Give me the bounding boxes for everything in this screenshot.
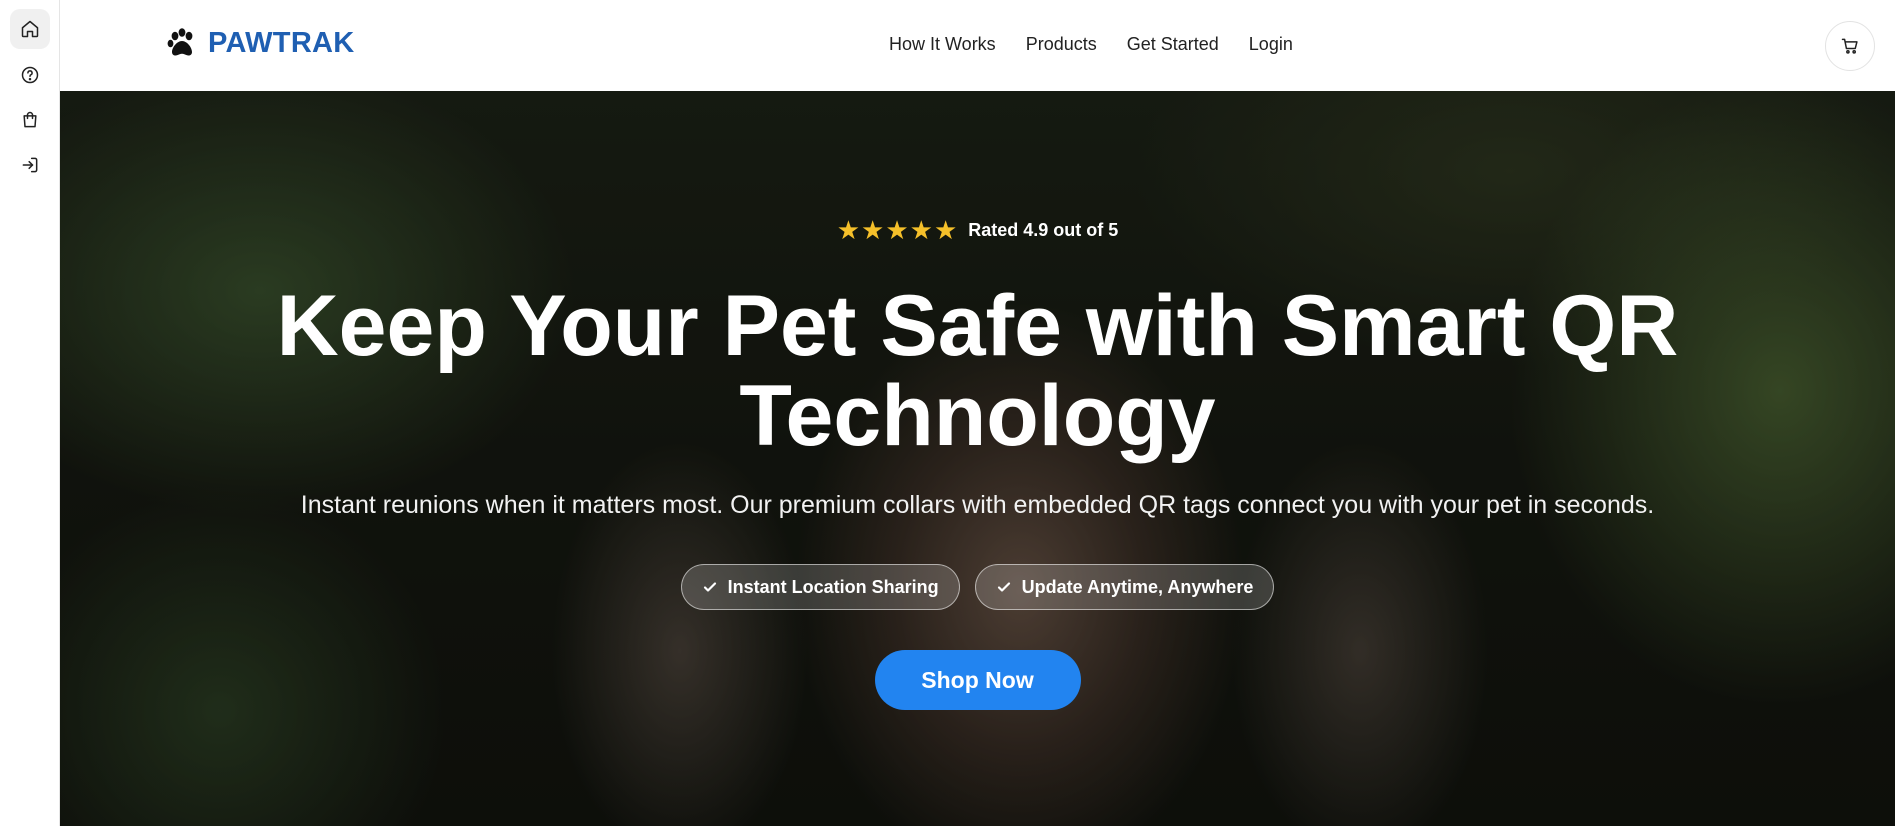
paw-icon bbox=[167, 28, 193, 56]
feature-pills: Instant Location Sharing Update Anytime,… bbox=[60, 564, 1895, 610]
brand-logo[interactable]: PAWTRAK bbox=[166, 26, 355, 60]
hero-subheadline: Instant reunions when it matters most. O… bbox=[300, 491, 1655, 519]
nav-products[interactable]: Products bbox=[1026, 34, 1097, 55]
feature-pill-location: Instant Location Sharing bbox=[680, 564, 960, 610]
cart-button[interactable] bbox=[1825, 21, 1875, 71]
rating-text: Rated 4.9 out of 5 bbox=[968, 220, 1119, 240]
home-icon bbox=[21, 20, 39, 38]
feature-pill-update: Update Anytime, Anywhere bbox=[974, 564, 1275, 610]
nav-how-it-works[interactable]: How It Works bbox=[889, 34, 996, 55]
main-nav: How It Works Products Get Started Login bbox=[889, 34, 1293, 55]
cta-container: Shop Now bbox=[60, 650, 1895, 710]
feature-pill-label: Update Anytime, Anywhere bbox=[1021, 576, 1254, 597]
hero-section: ★★★★★ Rated 4.9 out of 5 Keep Your Pet S… bbox=[60, 91, 1895, 826]
sidebar-item-help[interactable] bbox=[10, 55, 50, 95]
login-icon bbox=[22, 157, 38, 173]
sidebar-item-login[interactable] bbox=[10, 145, 50, 185]
hero-headline-line1: Keep Your Pet Safe with Smart QR bbox=[276, 278, 1679, 374]
nav-get-started[interactable]: Get Started bbox=[1127, 34, 1219, 55]
sidebar-item-home[interactable] bbox=[10, 9, 50, 49]
help-circle-icon bbox=[21, 66, 39, 84]
rating-stars-icon: ★★★★★ bbox=[836, 215, 959, 245]
shopping-bag-icon bbox=[23, 111, 37, 128]
check-icon bbox=[703, 582, 716, 592]
cart-icon bbox=[1841, 38, 1858, 54]
nav-login[interactable]: Login bbox=[1249, 34, 1293, 55]
feature-pill-label: Instant Location Sharing bbox=[727, 576, 939, 597]
hero-headline-line2: Technology bbox=[739, 368, 1216, 464]
shop-now-button[interactable]: Shop Now bbox=[874, 650, 1081, 710]
sidebar bbox=[0, 0, 60, 826]
sidebar-item-shop[interactable] bbox=[10, 100, 50, 140]
brand-name: PAWTRAK bbox=[208, 26, 355, 59]
rating: ★★★★★ Rated 4.9 out of 5 bbox=[60, 215, 1895, 246]
top-navigation: PAWTRAK How It Works Products Get Starte… bbox=[60, 0, 1895, 91]
hero-headline: Keep Your Pet Safe with Smart QR Technol… bbox=[60, 281, 1895, 461]
check-icon bbox=[997, 582, 1010, 592]
